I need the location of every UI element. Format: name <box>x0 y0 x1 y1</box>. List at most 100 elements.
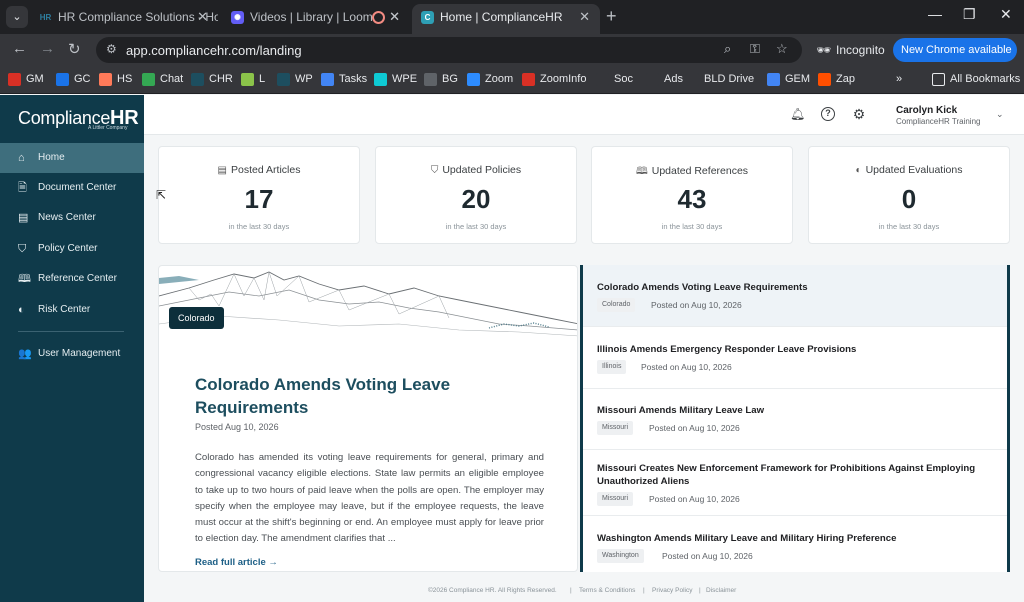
tab-title: Home | ComplianceHR <box>440 10 563 24</box>
stat-card-posted-articles[interactable]: ▤ Posted Articles 17 in the last 30 days <box>158 146 360 244</box>
footer-disclaimer-link[interactable]: Disclaimer <box>706 587 736 594</box>
gear-icon[interactable]: ⚙ <box>852 107 866 121</box>
bookmark-gm[interactable]: GM <box>8 73 44 86</box>
bookmark-soc[interactable]: Soc <box>596 73 633 86</box>
logo-subtitle: A Littler Company <box>88 125 128 131</box>
zoom-magnifier-icon[interactable]: ⌕ <box>724 41 731 57</box>
bookmark-favicon-icon <box>374 73 387 86</box>
news-list-scrollbar[interactable] <box>1007 265 1010 572</box>
news-item-title: Washington Amends Military Leave and Mil… <box>597 533 897 544</box>
restore-icon[interactable]: ❐ <box>963 6 976 23</box>
incognito-indicator[interactable]: 🕶 Incognito <box>808 39 893 61</box>
reload-icon[interactable]: ↻ <box>68 40 81 58</box>
news-list-item[interactable]: Missouri Creates New Enforcement Framewo… <box>583 450 1007 516</box>
bookmark-wpe[interactable]: WPE <box>374 73 417 86</box>
app-header: 🔔︎ ? ⚙ Carolyn Kick ComplianceHR Trainin… <box>144 95 1024 135</box>
bookmark-wp[interactable]: WP <box>277 73 313 86</box>
footer-divider: | <box>643 587 645 594</box>
footer-privacy-link[interactable]: Privacy Policy <box>652 587 692 594</box>
featured-article-title[interactable]: Colorado Amends Voting Leave Requirement… <box>195 373 525 419</box>
bookmark-favicon-icon <box>277 73 290 86</box>
sidebar-item-user-management[interactable]: 👥 User Management <box>0 339 144 369</box>
tab-title: HR Compliance Solutions - Hon <box>58 10 218 24</box>
news-icon: ▤ <box>18 212 29 224</box>
url-text[interactable]: app.compliancehr.com/landing <box>126 43 302 58</box>
read-full-article-link[interactable]: Read full article → <box>195 557 278 568</box>
news-item-title: Illinois Amends Emergency Responder Leav… <box>597 344 857 355</box>
footer-terms-link[interactable]: Terms & Conditions <box>579 587 635 594</box>
tab-search-chevron-icon[interactable]: ⌄ <box>6 6 28 28</box>
compliancehr-favicon-icon: C <box>421 11 434 24</box>
close-tab-icon[interactable]: ✕ <box>389 4 400 30</box>
stat-card-updated-evaluations[interactable]: ◐ Updated Evaluations 0 in the last 30 da… <box>808 146 1010 244</box>
browser-tab-recording[interactable]: ✕ <box>364 4 410 34</box>
forward-arrow-icon[interactable]: → <box>40 40 55 57</box>
featured-article-excerpt: Colorado has amended its voting leave re… <box>195 452 544 545</box>
back-arrow-icon[interactable]: ← <box>12 40 27 57</box>
home-icon: ⌂ <box>18 152 25 164</box>
password-key-icon[interactable]: ⚿ <box>750 41 760 57</box>
stat-card-updated-references[interactable]: 🕮 Updated References 43 in the last 30 da… <box>591 146 793 244</box>
stat-subtitle: in the last 30 days <box>445 222 507 231</box>
news-list: Colorado Amends Voting Leave Requirement… <box>580 265 1010 572</box>
bookmark-chr[interactable]: CHR <box>191 73 233 86</box>
close-window-icon[interactable]: ✕ <box>1000 6 1012 23</box>
news-list-item[interactable]: Colorado Amends Voting Leave Requirement… <box>583 265 1007 327</box>
bookmark-bg[interactable]: BG <box>424 73 458 86</box>
bookmark-label: WP <box>295 73 313 85</box>
sidebar-item-risk-center[interactable]: ◐ Risk Center <box>0 295 144 325</box>
stat-value: 17 <box>244 184 274 214</box>
bell-icon[interactable]: 🔔︎ <box>790 107 805 121</box>
sidebar-item-document-center[interactable]: 🗎 Document Center <box>0 173 144 203</box>
featured-state-badge[interactable]: Colorado <box>169 307 224 329</box>
all-bookmarks-folder[interactable]: All Bookmarks <box>932 73 1020 86</box>
browser-tab-compliancehr[interactable]: C Home | ComplianceHR ✕ <box>412 4 600 34</box>
user-name[interactable]: Carolyn Kick <box>896 105 957 116</box>
address-bar[interactable]: ⚙ app.compliancehr.com/landing ⌕ ⚿ ☆ <box>96 37 802 63</box>
bookmark-hs[interactable]: HS <box>99 73 132 86</box>
bookmark-star-icon[interactable]: ☆ <box>776 41 788 57</box>
bookmark-l[interactable]: L <box>241 73 265 86</box>
bookmark-zap[interactable]: Zap <box>818 73 855 86</box>
news-list-item[interactable]: Illinois Amends Emergency Responder Leav… <box>583 327 1007 389</box>
new-chrome-available-button[interactable]: New Chrome available ⋮ <box>893 38 1017 80</box>
bookmark-ads[interactable]: Ads <box>646 73 683 86</box>
news-list-item[interactable]: Washington Amends Military Leave and Mil… <box>583 516 1007 572</box>
bookmark-zoom[interactable]: Zoom <box>467 73 514 86</box>
bookmark-zoominfo[interactable]: ZoomInfo <box>522 73 586 86</box>
loom-favicon-icon: ✺ <box>231 11 244 24</box>
news-item-date: Posted on Aug 10, 2026 <box>651 300 742 310</box>
close-tab-icon[interactable]: ✕ <box>197 4 208 30</box>
page-footer: ©2026 Compliance HR. All Rights Reserved… <box>144 585 1024 599</box>
bookmark-gem[interactable]: GEM <box>767 73 810 86</box>
sidebar-item-home[interactable]: ⌂ Home <box>0 143 144 173</box>
folder-icon <box>932 73 945 86</box>
new-tab-plus-icon[interactable]: + <box>606 6 617 27</box>
bookmark-label: Zoom <box>485 73 514 85</box>
close-tab-icon[interactable]: ✕ <box>579 4 590 30</box>
bookmark-tasks[interactable]: Tasks <box>321 73 367 86</box>
bookmarks-overflow-icon[interactable]: » <box>896 73 902 85</box>
footer-divider: | <box>699 587 701 594</box>
chevron-down-icon[interactable]: ⌄ <box>996 109 1004 120</box>
news-list-item[interactable]: Missouri Amends Military Leave Law Misso… <box>583 389 1007 450</box>
sidebar-item-reference-center[interactable]: 🕮 Reference Center <box>0 264 144 294</box>
sidebar-item-policy-center[interactable]: ⛉ Policy Center <box>0 234 144 264</box>
stat-card-updated-policies[interactable]: ⛉ Updated Policies 20 in the last 30 days <box>375 146 577 244</box>
bookmark-gc[interactable]: GC <box>56 73 91 86</box>
incognito-label: Incognito <box>836 43 885 57</box>
sidebar-item-label: Risk Center <box>38 304 91 315</box>
news-item-state-tag: Colorado <box>597 298 636 312</box>
help-icon[interactable]: ? <box>821 107 835 121</box>
site-info-icon[interactable]: ⚙ <box>106 42 117 56</box>
minimize-icon[interactable]: — <box>928 6 942 22</box>
sidebar-item-news-center[interactable]: ▤ News Center <box>0 203 144 233</box>
bookmark-bld-drive[interactable]: BLD Drive <box>686 73 754 86</box>
bookmark-chat[interactable]: Chat <box>142 73 183 86</box>
news-item-date: Posted on Aug 10, 2026 <box>641 362 732 372</box>
bookmark-favicon-icon <box>56 73 69 86</box>
stat-value: 0 <box>901 184 917 214</box>
browser-tab-hr-compliance[interactable]: HR HR Compliance Solutions - Hon ✕ <box>30 4 218 34</box>
sidebar-item-label: Reference Center <box>38 273 117 284</box>
news-item-date: Posted on Aug 10, 2026 <box>649 423 740 433</box>
